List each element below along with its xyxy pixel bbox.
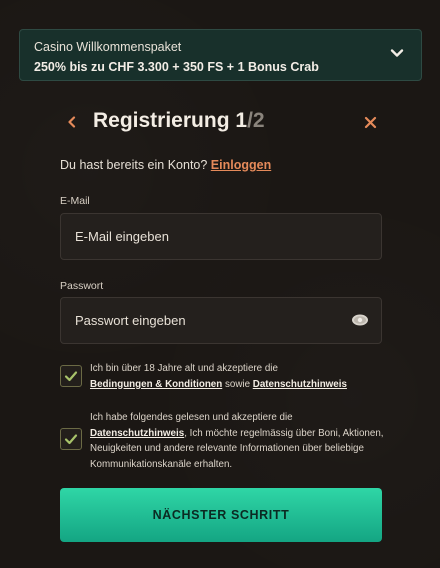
chevron-down-icon[interactable] (389, 45, 405, 61)
checkmark-icon (64, 371, 78, 382)
age-terms-checkbox[interactable] (60, 365, 82, 387)
chevron-left-icon[interactable] (65, 115, 79, 129)
promo-title: Casino Willkommenspaket (34, 40, 182, 54)
next-step-button[interactable]: NÄCHSTER SCHRITT (60, 488, 382, 542)
privacy-link-2[interactable]: Datenschutzhinweis (90, 428, 184, 439)
registration-header: Registrierung 1/2 (60, 105, 382, 139)
email-field[interactable] (60, 213, 382, 260)
close-icon[interactable] (364, 116, 377, 129)
step-total: /2 (247, 109, 265, 132)
terms-link[interactable]: Bedingungen & Konditionen (90, 379, 222, 390)
marketing-consent-checkbox[interactable] (60, 428, 82, 450)
email-label: E-Mail (60, 195, 90, 207)
login-prompt: Du hast bereits ein Konto? Einloggen (60, 158, 271, 172)
marketing-consent: Ich habe folgendes gelesen und akzeptier… (90, 410, 386, 472)
consent2-text-a: Ich habe folgendes gelesen und akzeptier… (90, 412, 293, 423)
login-link[interactable]: Einloggen (211, 158, 271, 172)
privacy-link[interactable]: Datenschutzhinweis (253, 379, 347, 390)
welcome-package-banner[interactable]: Casino Willkommenspaket 250% bis zu CHF … (19, 29, 422, 81)
promo-offer: 250% bis zu CHF 3.300 + 350 FS + 1 Bonus… (34, 60, 319, 74)
step-current: 1 (235, 109, 248, 132)
checkmark-icon (64, 434, 78, 445)
login-prompt-text: Du hast bereits ein Konto? (60, 158, 211, 172)
age-terms-consent: Ich bin über 18 Jahre alt und akzeptiere… (90, 361, 382, 392)
consent1-connector: sowie (222, 378, 253, 390)
page-title: Registrierung 1/2 (93, 109, 265, 133)
title-text: Registrierung (93, 109, 230, 132)
password-label: Passwort (60, 280, 104, 292)
consent1-text: Ich bin über 18 Jahre alt und akzeptiere… (90, 363, 278, 374)
eye-icon[interactable] (351, 313, 369, 327)
password-field[interactable] (60, 297, 382, 344)
